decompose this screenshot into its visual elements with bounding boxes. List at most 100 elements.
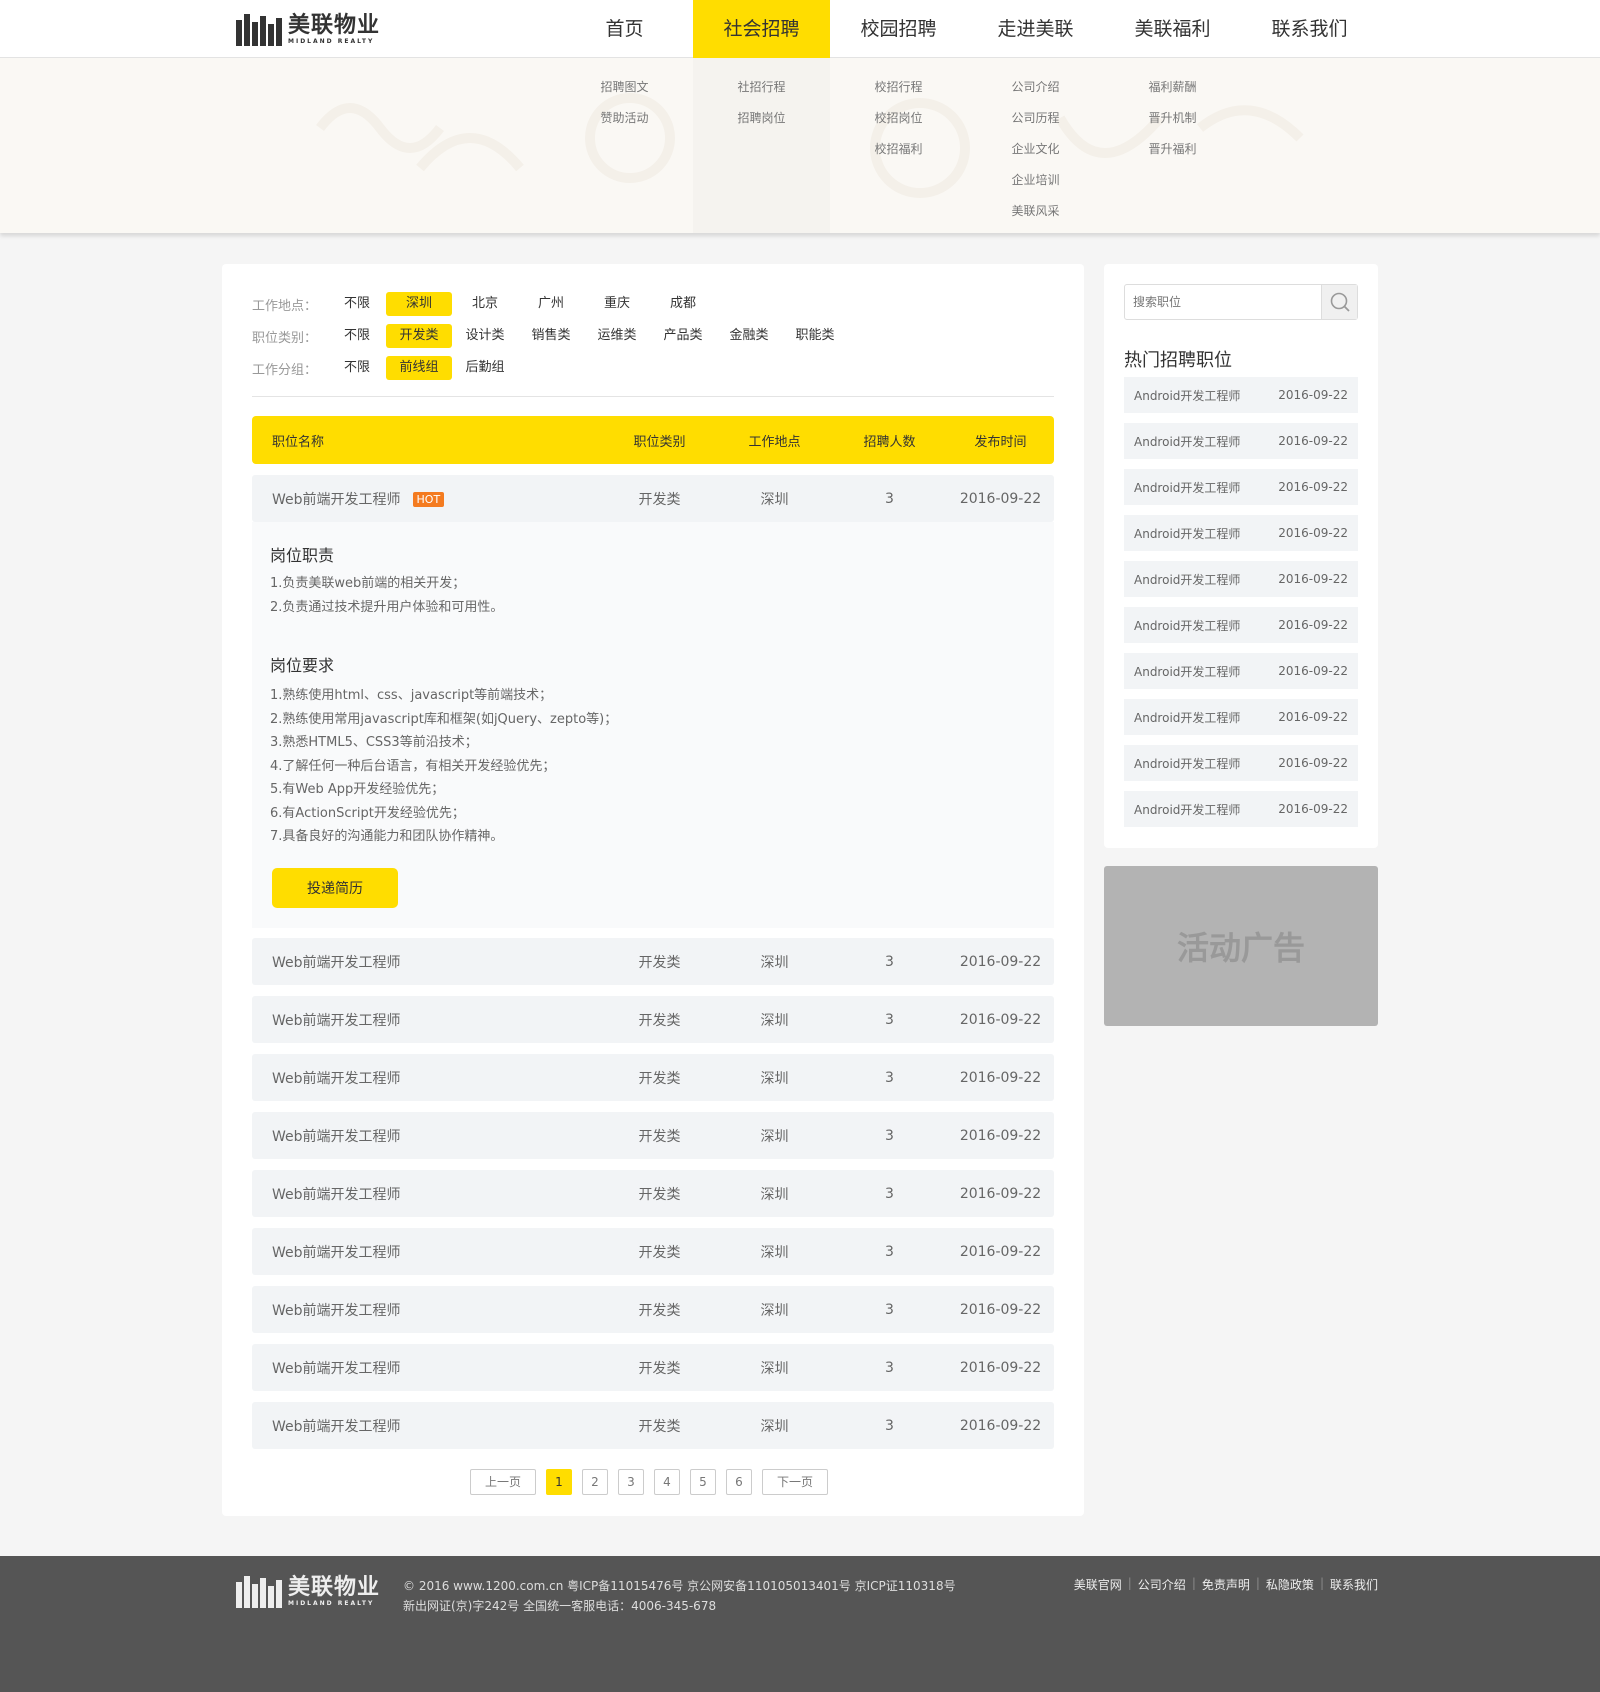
job-category: 开发类: [638, 491, 681, 508]
logo-mark-icon: [236, 14, 284, 46]
table-row[interactable]: Web前端开发工程师 开发类 深圳 3 2016-09-22: [252, 1054, 1054, 1101]
filter-option[interactable]: 后勤组: [452, 356, 518, 380]
table-row[interactable]: Web前端开发工程师 开发类 深圳 3 2016-09-22: [252, 938, 1054, 985]
header-date: 发布时间: [974, 434, 1027, 450]
filter-option-selected[interactable]: 开发类: [386, 324, 452, 348]
footer-link[interactable]: 美联官网: [1074, 1576, 1122, 1593]
dropdown-link[interactable]: 福利薪酬: [1104, 72, 1241, 103]
job-title: Web前端开发工程师: [272, 1070, 401, 1087]
table-row[interactable]: Web前端开发工程师 开发类 深圳 3 2016-09-22: [252, 996, 1054, 1043]
footer-link[interactable]: 联系我们: [1330, 1576, 1378, 1593]
dropdown-link[interactable]: 招聘图文: [556, 72, 693, 103]
table-header: 职位名称 职位类别 工作地点 招聘人数 发布时间: [252, 416, 1054, 464]
nav-campus-recruit[interactable]: 校园招聘: [830, 0, 967, 58]
prev-page-button[interactable]: 上一页: [470, 1469, 536, 1495]
search-button[interactable]: [1321, 285, 1357, 319]
job-headcount: 3: [885, 1185, 894, 1202]
page-button[interactable]: 4: [654, 1469, 680, 1495]
hot-job-item[interactable]: Android开发工程师 2016-09-22: [1124, 469, 1358, 505]
filter-option[interactable]: 职能类: [782, 324, 848, 348]
job-date: 2016-09-22: [959, 1127, 1042, 1144]
filter-option[interactable]: 广州: [518, 292, 584, 316]
page-button[interactable]: 3: [618, 1469, 644, 1495]
filter-option-selected[interactable]: 深圳: [386, 292, 452, 316]
table-row-expanded[interactable]: Web前端开发工程师 HOT 开发类 深圳 3 2016-09-22: [252, 475, 1054, 522]
filter-option[interactable]: 销售类: [518, 324, 584, 348]
hot-job-item[interactable]: Android开发工程师 2016-09-22: [1124, 653, 1358, 689]
dropdown-link[interactable]: 招聘岗位: [693, 103, 830, 134]
hot-job-item[interactable]: Android开发工程师 2016-09-22: [1124, 377, 1358, 413]
filter-option[interactable]: 设计类: [452, 324, 518, 348]
table-row[interactable]: Web前端开发工程师 开发类 深圳 3 2016-09-22: [252, 1112, 1054, 1159]
page-button[interactable]: 6: [726, 1469, 752, 1495]
nav-benefits[interactable]: 美联福利: [1104, 0, 1241, 58]
filter-option-selected[interactable]: 前线组: [386, 356, 452, 380]
dropdown-link[interactable]: 公司历程: [967, 103, 1104, 134]
dropdown-link[interactable]: 校招岗位: [830, 103, 967, 134]
filter-option[interactable]: 产品类: [650, 324, 716, 348]
hot-job-item[interactable]: Android开发工程师 2016-09-22: [1124, 791, 1358, 827]
dropdown-link[interactable]: 社招行程: [693, 72, 830, 103]
filter-option[interactable]: 重庆: [584, 292, 650, 316]
hot-job-item[interactable]: Android开发工程师 2016-09-22: [1124, 699, 1358, 735]
dropdown-link[interactable]: 校招福利: [830, 134, 967, 165]
table-row[interactable]: Web前端开发工程师 开发类 深圳 3 2016-09-22: [252, 1286, 1054, 1333]
job-location: 深圳: [760, 1186, 789, 1203]
filter-option[interactable]: 运维类: [584, 324, 650, 348]
apply-button[interactable]: 投递简历: [272, 868, 398, 908]
job-location: 深圳: [760, 491, 789, 508]
next-page-button[interactable]: 下一页: [762, 1469, 828, 1495]
footer-link[interactable]: 私隐政策: [1266, 1576, 1314, 1593]
filter-option[interactable]: 北京: [452, 292, 518, 316]
table-row[interactable]: Web前端开发工程师 开发类 深圳 3 2016-09-22: [252, 1170, 1054, 1217]
brand-logo[interactable]: 美联物业 MIDLAND REALTY: [236, 13, 386, 47]
nav-about[interactable]: 走进美联: [967, 0, 1104, 58]
footer-logo[interactable]: 美联物业 MIDLAND REALTY: [236, 1576, 380, 1608]
hot-job-item[interactable]: Android开发工程师 2016-09-22: [1124, 607, 1358, 643]
search-input[interactable]: [1125, 285, 1323, 319]
footer-link[interactable]: 公司介绍: [1138, 1576, 1186, 1593]
filter-option[interactable]: 不限: [342, 292, 386, 316]
job-headcount: 3: [885, 1127, 894, 1144]
dropdown-link[interactable]: 企业培训: [967, 165, 1104, 196]
filter-option[interactable]: 不限: [342, 356, 386, 380]
table-row[interactable]: Web前端开发工程师 开发类 深圳 3 2016-09-22: [252, 1344, 1054, 1391]
filter-option[interactable]: 不限: [342, 324, 386, 348]
copyright-line: © 2016 www.1200.com.cn 粤ICP备11015476号 京公…: [403, 1579, 956, 1593]
hot-job-item[interactable]: Android开发工程师 2016-09-22: [1124, 745, 1358, 781]
nav-social-recruit[interactable]: 社会招聘: [693, 0, 830, 58]
job-title: Web前端开发工程师: [272, 1302, 401, 1319]
dropdown-col-about: 公司介绍 公司历程 企业文化 企业培训 美联风采: [967, 72, 1104, 227]
dropdown-link[interactable]: 公司介绍: [967, 72, 1104, 103]
dropdown-link[interactable]: 美联风采: [967, 196, 1104, 227]
hot-job-item[interactable]: Android开发工程师 2016-09-22: [1124, 423, 1358, 459]
job-headcount: 3: [885, 953, 894, 970]
hot-job-item[interactable]: Android开发工程师 2016-09-22: [1124, 515, 1358, 551]
divider: [252, 396, 1054, 397]
page-button-current[interactable]: 1: [546, 1469, 572, 1495]
hot-job-date: 2016-09-22: [1278, 802, 1348, 816]
filter-option[interactable]: 成都: [650, 292, 716, 316]
page-button[interactable]: 2: [582, 1469, 608, 1495]
filter-option[interactable]: 金融类: [716, 324, 782, 348]
table-row[interactable]: Web前端开发工程师 开发类 深圳 3 2016-09-22: [252, 1228, 1054, 1275]
dropdown-link[interactable]: 企业文化: [967, 134, 1104, 165]
page-button[interactable]: 5: [690, 1469, 716, 1495]
dropdown-link[interactable]: 晋升机制: [1104, 103, 1241, 134]
footer-link[interactable]: 免责声明: [1202, 1576, 1250, 1593]
dropdown-link[interactable]: 晋升福利: [1104, 134, 1241, 165]
hot-job-item[interactable]: Android开发工程师 2016-09-22: [1124, 561, 1358, 597]
dropdown-link[interactable]: 校招行程: [830, 72, 967, 103]
nav-contact[interactable]: 联系我们: [1241, 0, 1378, 58]
hot-job-date: 2016-09-22: [1278, 756, 1348, 770]
nav-home[interactable]: 首页: [556, 0, 693, 58]
table-row[interactable]: Web前端开发工程师 开发类 深圳 3 2016-09-22: [252, 1402, 1054, 1449]
job-location: 深圳: [760, 1418, 789, 1435]
dropdown-link[interactable]: 赞助活动: [556, 103, 693, 134]
search-icon: [1330, 292, 1350, 312]
ad-banner[interactable]: 活动广告: [1104, 866, 1378, 1026]
dropdown-col-campus: 校招行程 校招岗位 校招福利: [830, 72, 967, 165]
job-category: 开发类: [638, 1128, 681, 1145]
filter-group: 工作分组： 不限 前线组 后勤组: [252, 352, 1054, 384]
hot-job-title: Android开发工程师: [1134, 618, 1241, 633]
